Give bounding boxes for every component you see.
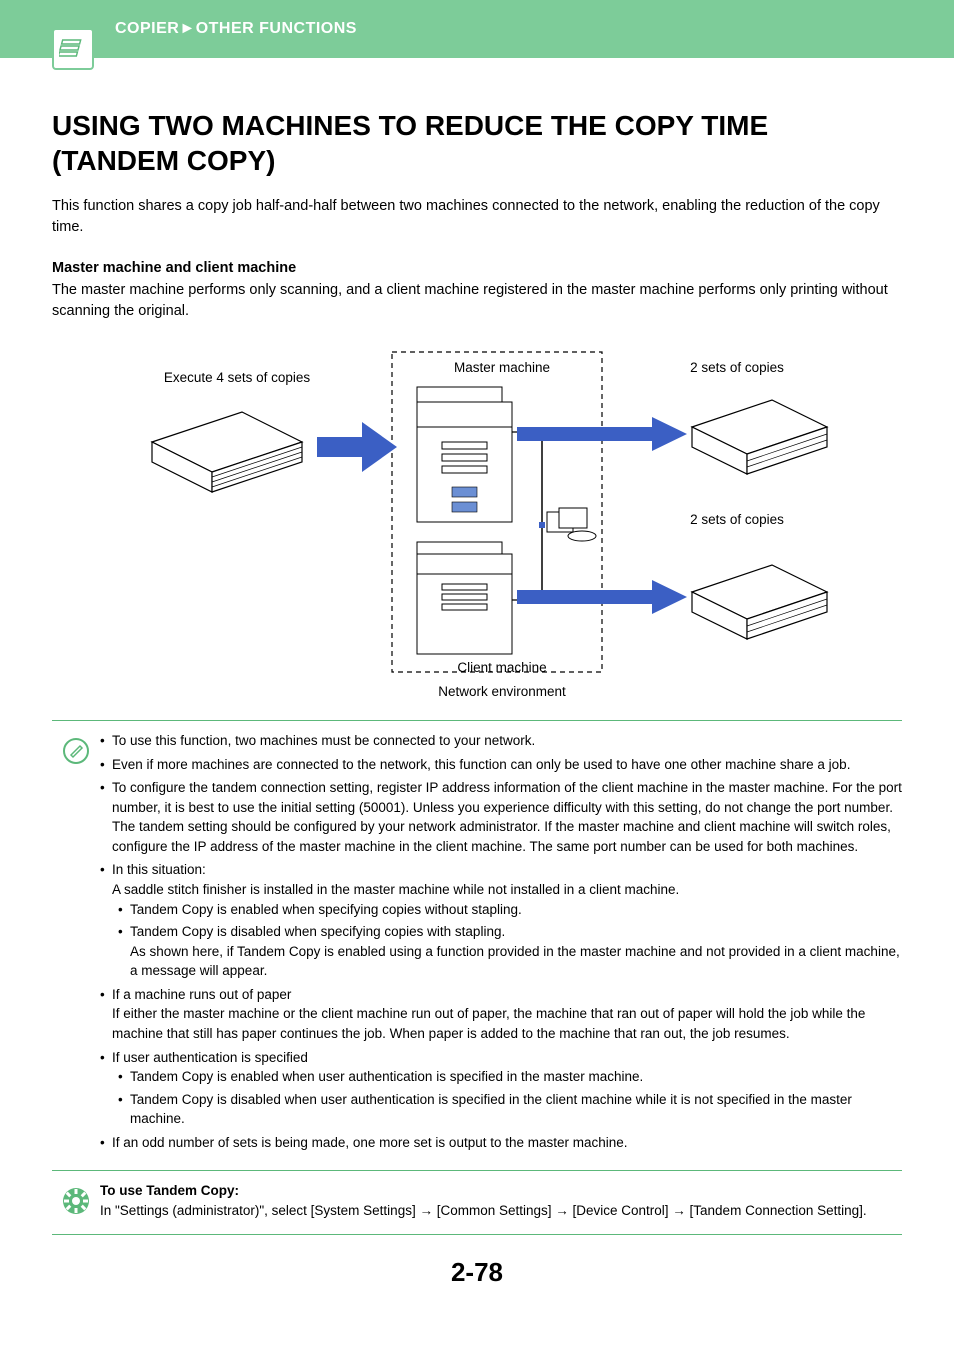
page-title: USING TWO MACHINES TO REDUCE THE COPY TI…	[52, 108, 902, 178]
diagram-client-label: Client machine	[442, 660, 562, 675]
page-number: 2-78	[52, 1257, 902, 1288]
note-item: To use this function, two machines must …	[100, 731, 902, 751]
breadcrumb-sep: ►	[179, 20, 195, 37]
breadcrumb[interactable]: COPIER►OTHER FUNCTIONS	[115, 20, 357, 38]
breadcrumb-section: COPIER	[115, 20, 179, 37]
breadcrumb-page: OTHER FUNCTIONS	[196, 20, 357, 37]
note-icon	[62, 737, 90, 765]
subheading-text: The master machine performs only scannin…	[52, 280, 902, 322]
note-item: Even if more machines are connected to t…	[100, 755, 902, 775]
note-item: In this situation: A saddle stitch finis…	[100, 860, 902, 980]
info-block-notes: To use this function, two machines must …	[52, 721, 902, 1170]
tandem-diagram: Execute 4 sets of copies Master machine …	[92, 342, 862, 702]
note-subitem: Tandem Copy is enabled when specifying c…	[118, 900, 902, 920]
divider	[52, 1234, 902, 1235]
note-item: If a machine runs out of paper If either…	[100, 985, 902, 1044]
note-subitem: Tandem Copy is disabled when specifying …	[118, 922, 902, 981]
note-item: If user authentication is specified Tand…	[100, 1048, 902, 1129]
note-subitem: Tandem Copy is disabled when user authen…	[118, 1090, 902, 1129]
diagram-master-label: Master machine	[442, 360, 562, 375]
note-item: To configure the tandem connection setti…	[100, 778, 902, 856]
diagram-execute-label: Execute 4 sets of copies	[147, 370, 327, 385]
settings-icon	[62, 1187, 90, 1215]
diagram-network-label: Network environment	[412, 684, 592, 699]
header-bar: COPIER►OTHER FUNCTIONS	[0, 0, 954, 58]
note-item: If an odd number of sets is being made, …	[100, 1133, 902, 1153]
note-subitem: Tandem Copy is enabled when user authent…	[118, 1067, 902, 1087]
usage-body: In "Settings (administrator)", select [S…	[100, 1201, 902, 1221]
main-content: USING TWO MACHINES TO REDUCE THE COPY TI…	[0, 58, 954, 1308]
subheading: Master machine and client machine	[52, 260, 902, 276]
diagram-sets-a-label: 2 sets of copies	[667, 360, 807, 375]
usage-heading: To use Tandem Copy:	[100, 1181, 902, 1201]
intro-text: This function shares a copy job half-and…	[52, 196, 902, 238]
diagram-sets-b-label: 2 sets of copies	[667, 512, 807, 527]
copier-icon	[52, 28, 94, 70]
info-block-usage: To use Tandem Copy: In "Settings (admini…	[52, 1171, 902, 1234]
